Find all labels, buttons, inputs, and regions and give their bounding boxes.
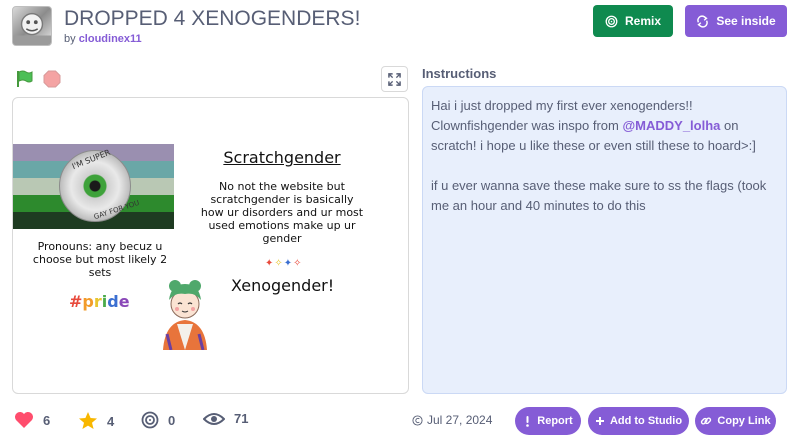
fullscreen-icon [388,72,401,86]
project-byline: by cloudinex11 [64,33,142,45]
sparkle-icon: ✦✧✦✧ [265,258,303,269]
project-thumbnail [12,6,52,46]
report-icon [526,415,530,427]
fullscreen-button[interactable] [381,66,408,92]
byline-prefix: by [64,33,76,45]
date-text: Jul 27, 2024 [427,413,493,427]
project-title: DROPPED 4 XENOGENDERS! [64,7,361,30]
copyright-icon [412,414,423,426]
green-flag-icon[interactable] [14,69,34,89]
shared-date: Jul 27, 2024 [412,413,492,427]
add-to-studio-button[interactable]: Add to Studio [588,407,689,435]
link-icon [701,417,712,425]
stop-icon[interactable] [42,69,62,89]
remix-count: 0 [168,412,176,428]
report-label: Report [537,415,573,427]
view-stat: 71 [203,411,248,426]
project-stage[interactable]: I'M SUPER GAY FOR YOU Scratchgender No n… [12,97,409,394]
pride-tag: #pride [69,292,130,311]
report-button[interactable]: Report [515,407,581,435]
see-inside-button[interactable]: See inside [685,5,787,37]
pride-letter: d [107,292,119,311]
favorite-stat[interactable]: 4 [78,411,114,431]
stage-description: No not the website but scratchgender is … [200,180,364,245]
pride-letter: r [93,292,102,311]
add-to-studio-label: Add to Studio [609,415,683,427]
love-stat[interactable]: 6 [14,411,50,429]
see-inside-label: See inside [716,14,776,28]
remix-button[interactable]: Remix [593,5,673,37]
copy-link-label: Copy Link [717,415,771,427]
pride-letter: p [82,292,94,311]
stage-heading: Scratchgender [223,148,341,167]
remix-stat: 0 [141,411,175,429]
eye-icon [203,412,225,425]
character-sprite [163,280,207,350]
xenogender-label: Xenogender! [231,276,335,295]
see-inside-icon [697,14,709,28]
star-icon [79,412,97,429]
remix-label: Remix [624,14,662,28]
instructions-heading: Instructions [422,66,497,81]
plus-icon [595,417,604,425]
remix-icon [605,15,618,27]
instructions-paragraph: Hai i just dropped my first ever xenogen… [431,96,778,156]
pride-letter: e [118,292,130,311]
mention-link[interactable]: @MADDY_lolha [622,118,720,133]
favorite-count: 4 [107,413,115,429]
remix-count-icon [141,411,159,429]
view-count: 71 [234,411,249,426]
instructions-panel: Hai i just dropped my first ever xenogen… [422,86,787,394]
love-count: 6 [43,412,51,428]
author-link[interactable]: cloudinex11 [79,33,142,45]
heart-icon [15,412,33,428]
pride-letter: # [69,292,83,311]
copy-link-button[interactable]: Copy Link [695,407,776,435]
instructions-paragraph: if u ever wanna save these make sure to … [431,178,767,213]
